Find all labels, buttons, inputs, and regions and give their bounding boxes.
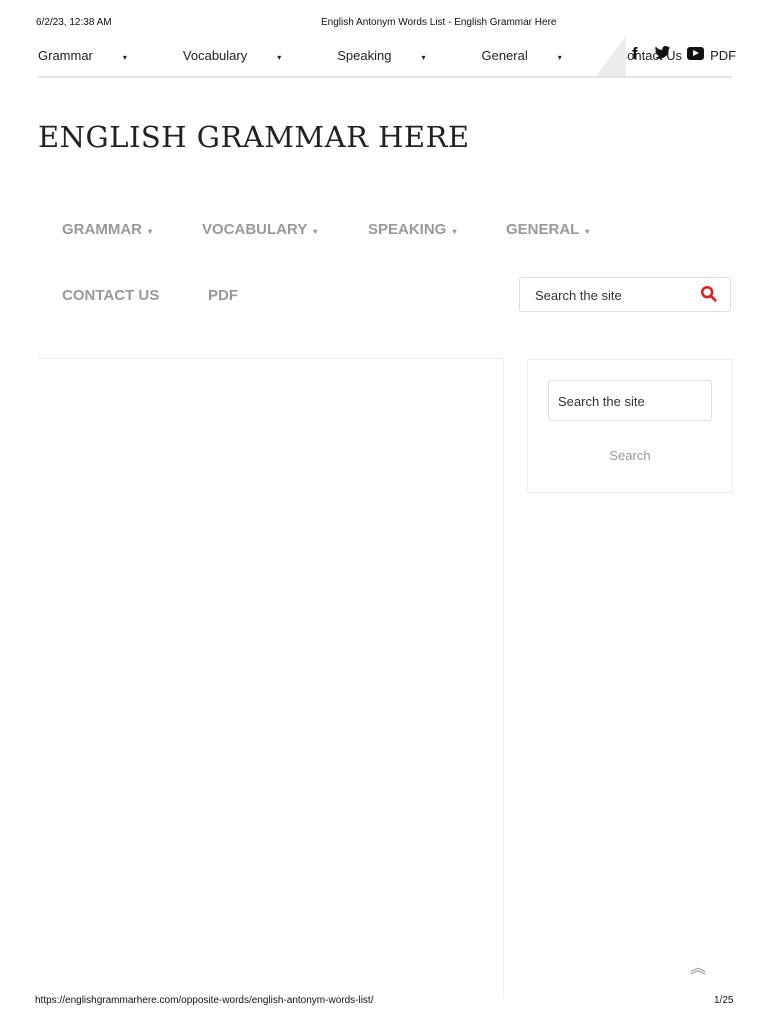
- social-links: f: [632, 44, 704, 64]
- top-nav-pdf[interactable]: PDF: [710, 48, 736, 63]
- main-nav-general[interactable]: GENERAL ▾: [506, 221, 589, 238]
- print-datetime: 6/2/23, 12:38 AM: [36, 17, 112, 28]
- caret-down-icon: ▾: [585, 227, 590, 236]
- facebook-icon[interactable]: f: [632, 44, 638, 64]
- youtube-icon[interactable]: [686, 47, 704, 60]
- top-nav-general[interactable]: General ▾: [481, 48, 589, 63]
- sidebar-search-input[interactable]: Search the site: [548, 380, 712, 421]
- caret-down-icon: ▾: [452, 227, 457, 236]
- header-search-input[interactable]: Search the site: [519, 277, 731, 312]
- twitter-icon[interactable]: [654, 44, 671, 61]
- main-nav-grammar[interactable]: GRAMMAR ▾: [62, 221, 152, 238]
- main-nav-contact[interactable]: CONTACT US: [62, 287, 159, 304]
- main-content: [38, 358, 504, 999]
- main-nav-vocabulary[interactable]: VOCABULARY ▾: [202, 221, 317, 238]
- sidebar-search-button[interactable]: Search: [528, 448, 732, 463]
- main-nav-speaking[interactable]: SPEAKING ▾: [368, 221, 457, 238]
- caret-down-icon: ▾: [122, 53, 127, 62]
- print-url: https://englishgrammarhere.com/opposite-…: [35, 995, 374, 1006]
- caret-down-icon: ▾: [421, 53, 426, 62]
- top-nav-grammar[interactable]: Grammar ▾: [38, 48, 155, 63]
- caret-down-icon: ▾: [313, 227, 318, 236]
- print-page-number: 1/25: [714, 995, 734, 1006]
- caret-down-icon: ▾: [148, 227, 153, 236]
- sidebar-search-widget: Search the site Search: [527, 359, 733, 493]
- divider: [38, 76, 732, 78]
- back-to-top-icon[interactable]: ︽: [690, 954, 706, 978]
- site-title[interactable]: ENGLISH GRAMMAR HERE: [38, 120, 470, 154]
- print-title: English Antonym Words List - English Gra…: [321, 17, 557, 28]
- caret-down-icon: ▾: [277, 53, 282, 62]
- top-nav-speaking[interactable]: Speaking ▾: [337, 48, 453, 63]
- search-icon[interactable]: [700, 285, 718, 303]
- caret-down-icon: ▾: [557, 53, 562, 62]
- top-nav-vocabulary[interactable]: Vocabulary ▾: [183, 48, 309, 63]
- main-nav-pdf[interactable]: PDF: [208, 287, 238, 304]
